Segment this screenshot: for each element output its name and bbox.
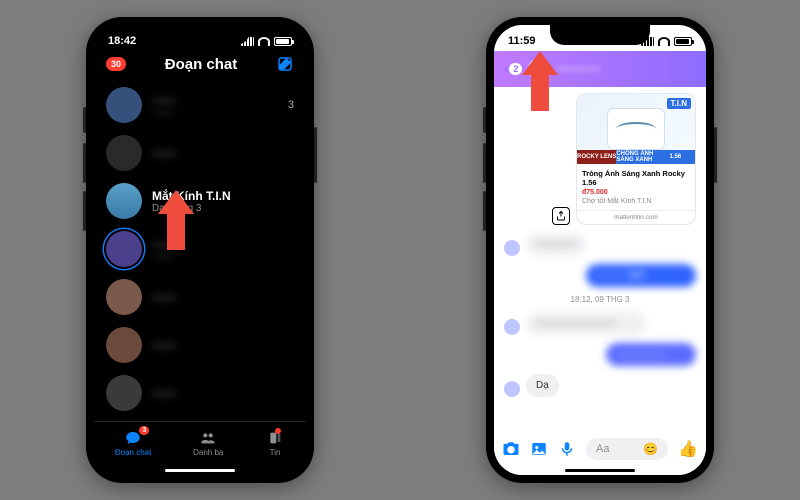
peer-avatar-small (504, 240, 520, 256)
home-indicator[interactable] (565, 469, 635, 472)
avatar[interactable] (106, 327, 142, 363)
chat-subtitle: —— (152, 107, 274, 118)
message-row: ———— (504, 233, 696, 256)
product-card[interactable]: T.I.N ROCKY LENS CHỐNG ÁNH SÁNG XANH 1.5… (576, 93, 696, 225)
unread-global-badge[interactable]: 30 (106, 57, 126, 71)
product-title: Tròng Ánh Sáng Xanh Rocky 1.56 (582, 169, 690, 187)
chat-subtitle: Dạ· 9 thg 3 (152, 203, 294, 214)
notch (150, 25, 250, 45)
product-brand-badge: T.I.N (667, 98, 691, 109)
peer-avatar[interactable] (528, 58, 550, 80)
message-input[interactable]: Aa 😊 (586, 438, 668, 460)
people-icon (198, 430, 218, 446)
compose-icon[interactable] (276, 55, 294, 73)
product-image (608, 109, 664, 149)
chat-row[interactable]: Mắt Kính T.I.NDạ· 9 thg 3 (104, 177, 296, 225)
message-sent[interactable]: ——— ảnh (586, 264, 696, 287)
page-title: Đoạn chat (165, 56, 238, 73)
lens-brand-label: ROCKY LENS (577, 150, 616, 164)
chat-list[interactable]: ————3——Mắt Kính T.I.NDạ· 9 thg 3————————… (94, 81, 306, 465)
thumbs-up-icon[interactable]: 👍 (678, 439, 698, 459)
peer-avatar-small (504, 319, 520, 335)
unread-indicator: 3 (288, 99, 294, 111)
message-list[interactable]: T.I.N ROCKY LENS CHỐNG ÁNH SÁNG XANH 1.5… (494, 87, 706, 435)
product-url: matkinhtin.com (577, 210, 695, 224)
chat-name: —— (152, 146, 294, 160)
chat-row[interactable]: —— (104, 321, 296, 369)
tab-label: Đoạn chat (115, 448, 151, 457)
wifi-icon (658, 37, 670, 46)
product-shop: Chợ tốt Mắt Kính T.I.N (582, 198, 690, 205)
gallery-icon[interactable] (530, 440, 548, 458)
status-time: 11:59 (508, 35, 536, 47)
screen-conversation: 11:59 ‹ 2 ———— T.I.N (494, 25, 706, 475)
status-time: 18:42 (108, 35, 136, 47)
conversation-header: ‹ 2 ———— (494, 51, 706, 87)
chat-row[interactable]: —— (104, 129, 296, 177)
message-row: ———————— (504, 312, 696, 335)
chat-list-header: 30 Đoạn chat (94, 51, 306, 81)
avatar[interactable] (106, 375, 142, 411)
chat-name: —— (152, 338, 294, 352)
chat-name: —— (152, 93, 274, 107)
lens-index-label: 1.56 (656, 150, 695, 164)
chat-name: Mắt Kính T.I.N (152, 189, 294, 203)
lens-feature-label: CHỐNG ÁNH SÁNG XANH (616, 150, 655, 164)
message-row: Dạ (504, 374, 696, 397)
chat-name: —— (152, 290, 294, 304)
tab-label: Tin (270, 448, 281, 457)
back-count-badge: 2 (509, 63, 522, 75)
message-received[interactable]: ———— (526, 233, 586, 256)
timestamp-divider: 18:12, 09 THG 3 (504, 295, 696, 304)
share-icon[interactable] (552, 207, 570, 225)
camera-icon[interactable] (502, 440, 520, 458)
phone-right: 11:59 ‹ 2 ———— T.I.N (486, 17, 714, 483)
product-price: đ75.000 (582, 189, 690, 196)
chat-row[interactable]: ———— 3 (104, 81, 296, 129)
avatar[interactable] (106, 87, 142, 123)
back-button[interactable]: ‹ 2 (504, 60, 522, 78)
avatar[interactable] (106, 279, 142, 315)
avatar[interactable] (106, 231, 142, 267)
screen-chat-list: 18:42 30 Đoạn chat ————3——Mắt Kính T.I.N… (94, 25, 306, 475)
input-placeholder: Aa (596, 443, 609, 455)
emoji-icon[interactable]: 😊 (643, 442, 658, 456)
chat-row[interactable]: —— (104, 369, 296, 417)
battery-icon (674, 37, 692, 46)
wifi-icon (258, 37, 270, 46)
message-received[interactable]: Dạ (526, 374, 559, 397)
chat-name: —— (152, 237, 294, 251)
mic-icon[interactable] (558, 440, 576, 458)
tab-bar: 3 Đoạn chat Danh bạ Tin (94, 421, 306, 475)
notch (550, 25, 650, 45)
tab-stories[interactable]: Tin (265, 430, 285, 457)
message-row: ————— (504, 343, 696, 366)
message-row: ——— ảnh (504, 264, 696, 287)
chat-name: —— (152, 386, 294, 400)
peer-name: ———— (556, 63, 600, 75)
chat-subtitle: —— (152, 251, 294, 262)
home-indicator[interactable] (165, 469, 235, 472)
battery-icon (274, 37, 292, 46)
message-sent[interactable]: ————— (606, 343, 696, 366)
chat-row[interactable]: —— (104, 273, 296, 321)
avatar[interactable] (106, 183, 142, 219)
tab-label: Danh bạ (193, 448, 223, 457)
tab-chats-badge: 3 (139, 426, 149, 435)
message-received[interactable]: ———————— (526, 312, 646, 335)
tab-contacts[interactable]: Danh bạ (193, 430, 223, 457)
avatar[interactable] (106, 135, 142, 171)
peer-avatar-small (504, 381, 520, 397)
chat-row[interactable]: ———— (104, 225, 296, 273)
phone-left: 18:42 30 Đoạn chat ————3——Mắt Kính T.I.N… (86, 17, 314, 483)
tab-chats[interactable]: 3 Đoạn chat (115, 430, 151, 457)
